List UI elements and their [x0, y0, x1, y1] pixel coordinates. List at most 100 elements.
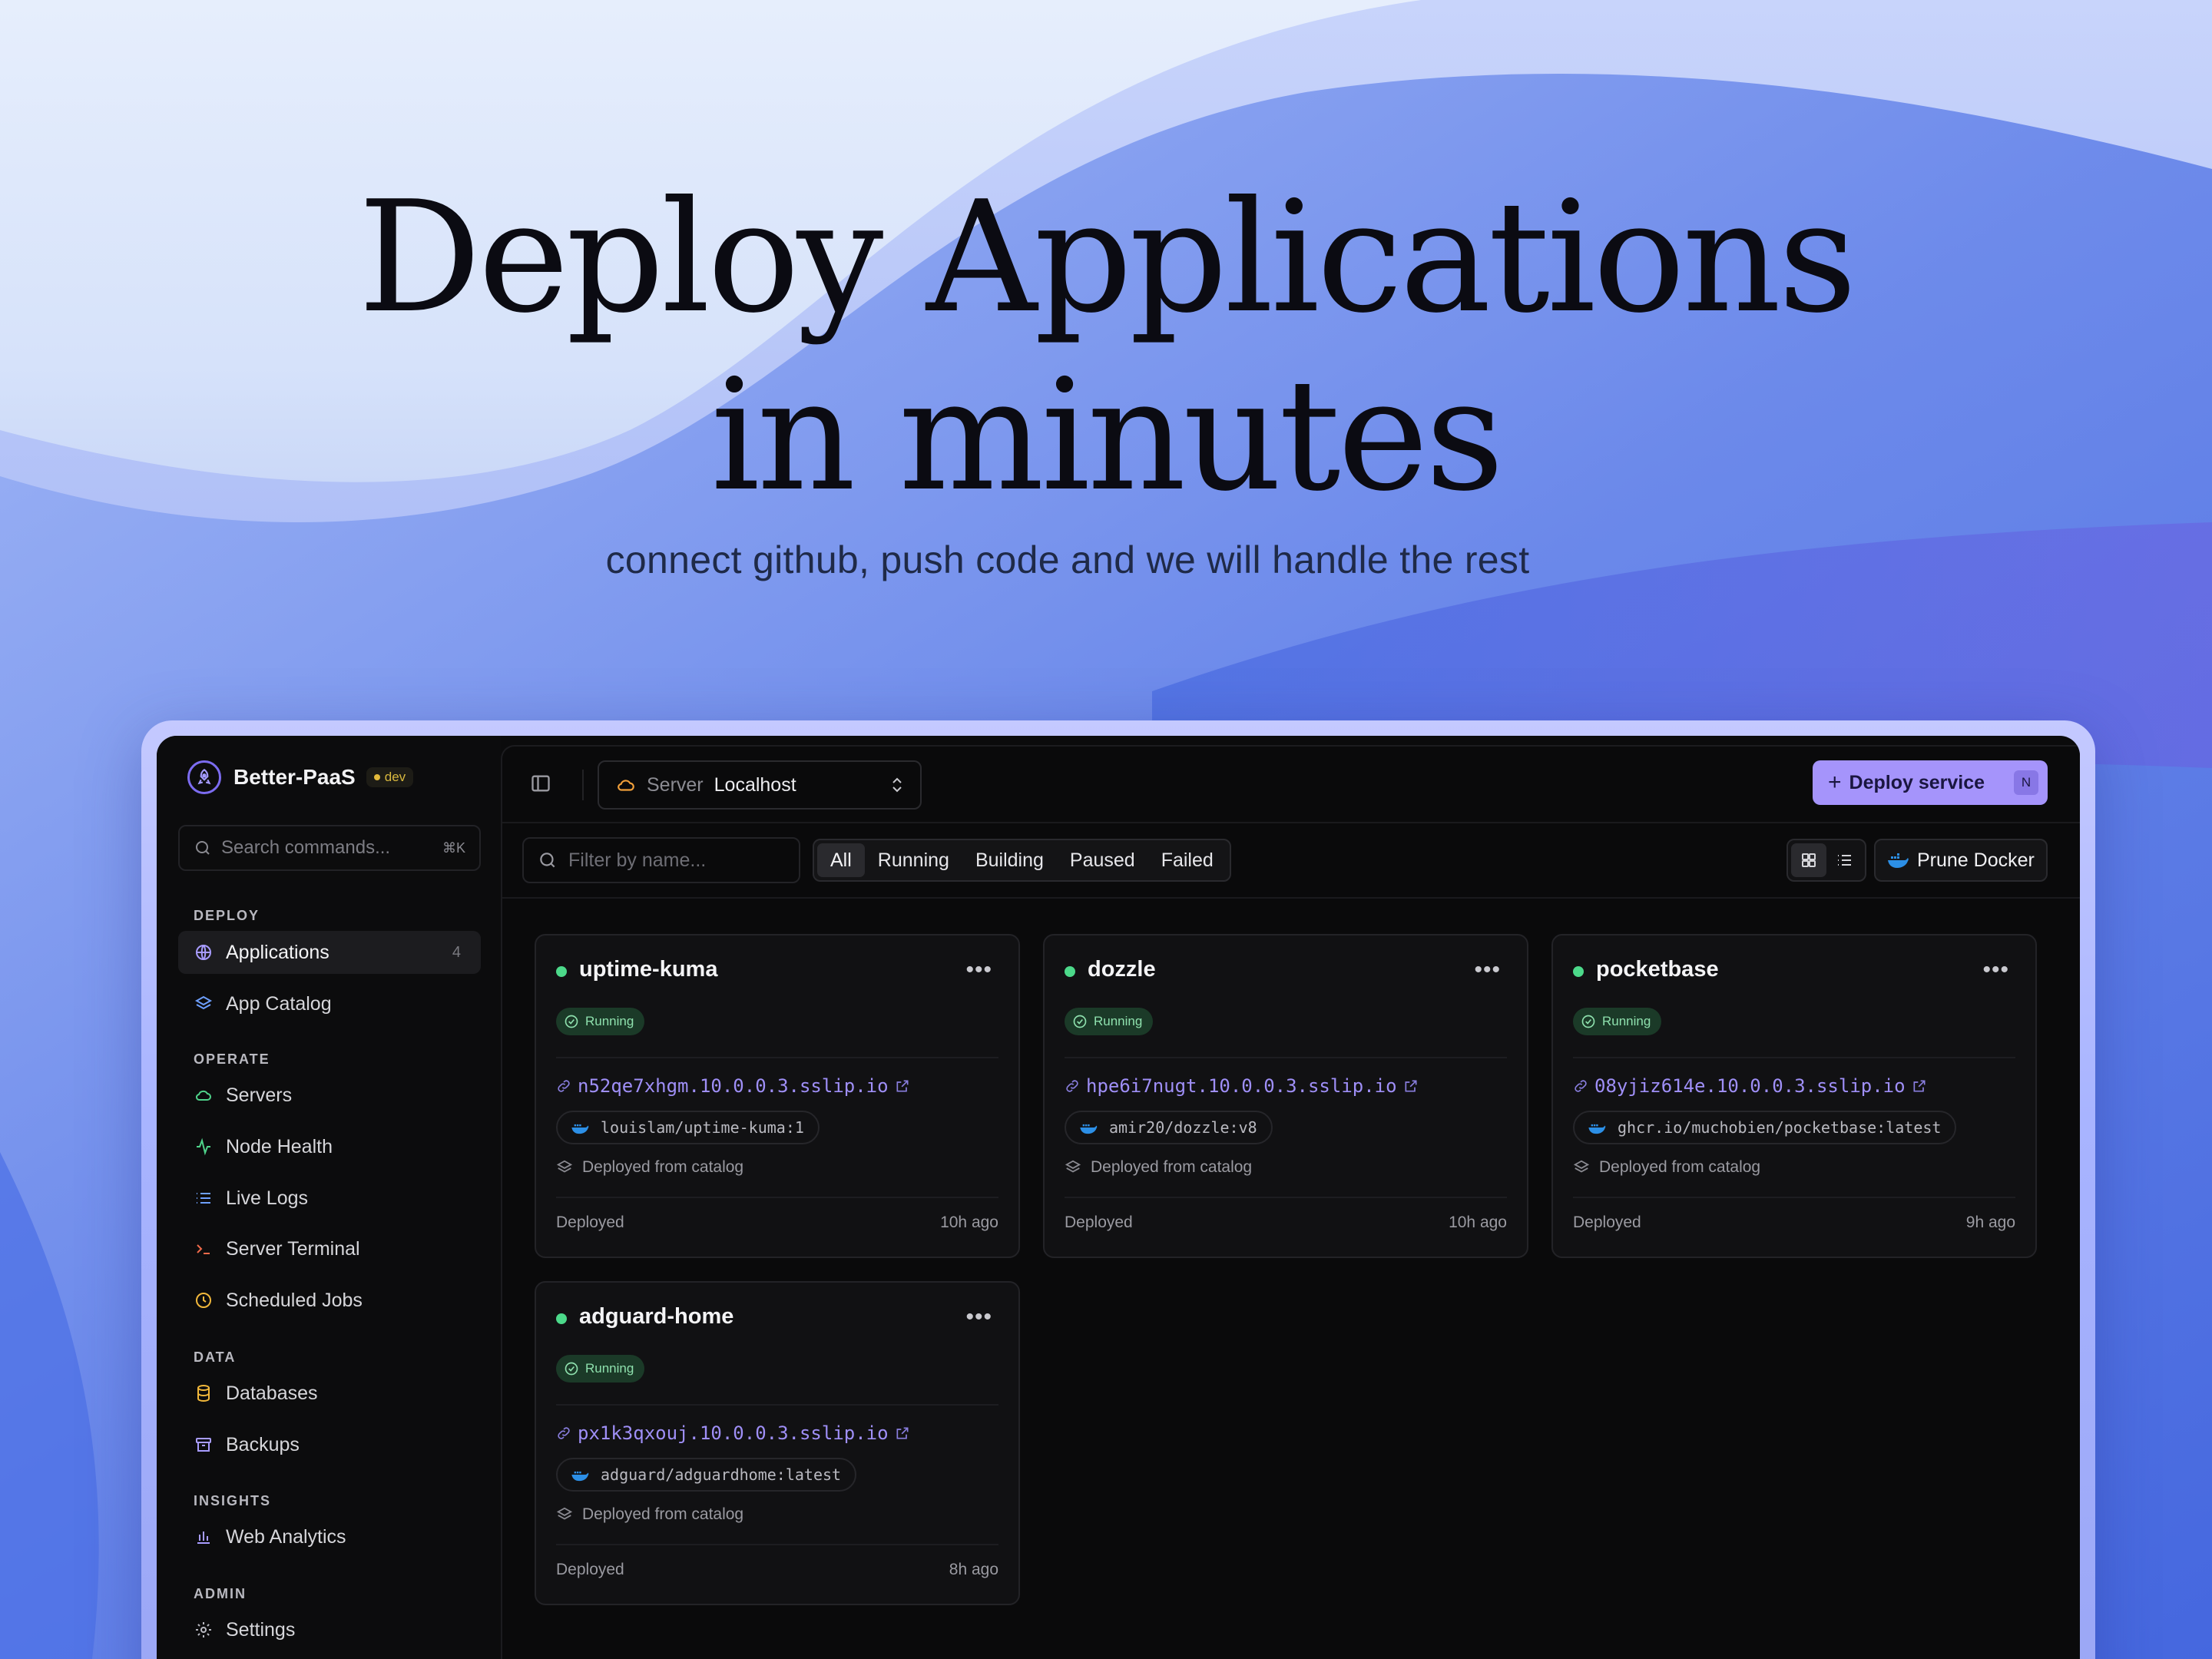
- sidebar-item-app-catalog[interactable]: App Catalog: [178, 982, 481, 1025]
- card-divider: [556, 1544, 998, 1545]
- rocket-logo-icon: [187, 760, 221, 794]
- applications-count: 4: [452, 943, 461, 961]
- card-divider: [1065, 1197, 1507, 1198]
- filter-by-name-input[interactable]: Filter by name...: [522, 837, 800, 883]
- hero-subheadline: connect github, push code and we will ha…: [605, 538, 1530, 581]
- server-select[interactable]: Server Localhost: [598, 760, 922, 810]
- status-badge: Running: [556, 1355, 645, 1382]
- sidebar-item-node-health[interactable]: Node Health: [178, 1125, 481, 1168]
- more-options-icon[interactable]: •••: [965, 957, 992, 983]
- app-name[interactable]: adguard-home: [579, 1304, 733, 1330]
- command-search-input[interactable]: Search commands... ⌘K: [178, 825, 481, 871]
- link-icon: [558, 1080, 570, 1092]
- deploy-source: Deployed from catalog: [556, 1505, 743, 1524]
- env-badge-label: dev: [384, 770, 406, 784]
- sidebar-item-server-terminal[interactable]: Server Terminal: [178, 1227, 481, 1270]
- sidebar-item-label: Live Logs: [226, 1187, 309, 1209]
- sidebar-item-label: Server Terminal: [226, 1237, 360, 1260]
- card-divider: [556, 1057, 998, 1058]
- sidebar-item-label: Applications: [226, 941, 329, 963]
- gear-icon: [194, 1620, 214, 1640]
- docker-image: ghcr.io/muchobien/pocketbase:latest: [1618, 1118, 1942, 1137]
- sidebar-item-databases[interactable]: Databases: [178, 1372, 481, 1415]
- status-dot-icon: [1065, 966, 1075, 977]
- card-divider: [556, 1197, 998, 1198]
- deploy-age: 10h ago: [940, 1214, 998, 1231]
- app-card-uptime-kuma[interactable]: uptime-kuma ••• Running n52qe7xhgm.10.0.…: [535, 934, 1020, 1258]
- more-options-icon[interactable]: •••: [965, 1304, 992, 1330]
- sidebar-item-settings[interactable]: Settings: [178, 1608, 481, 1651]
- app-url: n52qe7xhgm.10.0.0.3.sslip.io: [578, 1075, 889, 1097]
- nav-section-admin: ADMIN: [194, 1586, 247, 1601]
- layers-icon: [1573, 1160, 1590, 1173]
- more-options-icon[interactable]: •••: [1982, 957, 2009, 983]
- prune-docker-button[interactable]: Prune Docker: [1874, 839, 2048, 882]
- app-url-link[interactable]: hpe6i7nugt.10.0.0.3.sslip.io: [1065, 1075, 1419, 1097]
- tab-building[interactable]: Building: [962, 843, 1057, 877]
- sidebar-item-web-analytics[interactable]: Web Analytics: [178, 1515, 481, 1558]
- sidebar-item-label: App Catalog: [226, 992, 332, 1015]
- toolbar-divider: [582, 770, 584, 800]
- status-badge: Running: [1065, 1008, 1154, 1035]
- external-link-icon: [1405, 1080, 1417, 1092]
- app-card-pocketbase[interactable]: pocketbase ••• Running 08yjiz614e.10.0.0…: [1551, 934, 2037, 1258]
- docker-image-chip: amir20/dozzle:v8: [1065, 1111, 1273, 1144]
- status-dot-icon: [556, 1313, 567, 1324]
- tab-paused[interactable]: Paused: [1057, 843, 1148, 877]
- app-card-dozzle[interactable]: dozzle ••• Running hpe6i7nugt.10.0.0.3.s…: [1043, 934, 1528, 1258]
- docker-icon: [1888, 853, 1909, 868]
- docker-icon: [1588, 1124, 1606, 1134]
- app-name[interactable]: uptime-kuma: [579, 957, 717, 982]
- chevron-up-down-icon: [892, 777, 902, 793]
- tab-all[interactable]: All: [817, 843, 865, 877]
- more-options-icon[interactable]: •••: [1474, 957, 1501, 983]
- tab-failed[interactable]: Failed: [1148, 843, 1227, 877]
- server-select-label: Server: [647, 773, 704, 796]
- hero-headline: Deploy Applications in minutes: [0, 169, 2212, 525]
- deploy-shortcut: N: [2014, 770, 2038, 795]
- app-url-link[interactable]: n52qe7xhgm.10.0.0.3.sslip.io: [556, 1075, 910, 1097]
- deploy-state: Deployed: [1573, 1214, 1641, 1231]
- docker-image-chip: ghcr.io/muchobien/pocketbase:latest: [1573, 1111, 1957, 1144]
- nav-section-operate: OPERATE: [194, 1051, 270, 1067]
- plus-icon: +: [1828, 770, 1842, 795]
- cloud-icon: [618, 780, 634, 791]
- deploy-state: Deployed: [556, 1214, 624, 1231]
- bar-chart-icon: [194, 1527, 214, 1547]
- link-icon: [1575, 1080, 1587, 1092]
- archive-icon: [194, 1435, 214, 1455]
- app-url-link[interactable]: px1k3qxouj.10.0.0.3.sslip.io: [556, 1422, 910, 1444]
- external-link-icon: [896, 1427, 909, 1439]
- tab-running[interactable]: Running: [865, 843, 962, 877]
- deploy-service-button[interactable]: + Deploy service N: [1813, 760, 2048, 805]
- app-name[interactable]: dozzle: [1088, 957, 1156, 982]
- sidebar-toggle-icon[interactable]: [530, 773, 555, 797]
- app-card-adguard-home[interactable]: adguard-home ••• Running px1k3qxouj.10.0…: [535, 1281, 1020, 1605]
- status-badge-label: Running: [1094, 1014, 1143, 1028]
- deploy-state: Deployed: [1065, 1214, 1133, 1231]
- deploy-source: Deployed from catalog: [556, 1158, 743, 1177]
- terminal-icon: [194, 1239, 214, 1259]
- grid-view-icon[interactable]: [1791, 843, 1826, 877]
- env-dot-icon: [373, 774, 380, 780]
- app-name[interactable]: pocketbase: [1596, 957, 1719, 982]
- list-view-icon[interactable]: [1826, 843, 1862, 877]
- deploy-source-label: Deployed from catalog: [582, 1505, 744, 1523]
- sidebar-item-backups[interactable]: Backups: [178, 1423, 481, 1466]
- sidebar-item-label: Settings: [226, 1618, 296, 1641]
- layers-icon: [1065, 1160, 1081, 1173]
- sidebar-item-live-logs[interactable]: Live Logs: [178, 1177, 481, 1220]
- status-badge-label: Running: [585, 1014, 634, 1028]
- layers-icon: [556, 1507, 573, 1520]
- deploy-source-label: Deployed from catalog: [1091, 1158, 1253, 1176]
- sidebar-item-scheduled-jobs[interactable]: Scheduled Jobs: [178, 1279, 481, 1322]
- deploy-source: Deployed from catalog: [1573, 1158, 1760, 1177]
- nav-section-deploy: DEPLOY: [194, 908, 260, 923]
- prune-docker-label: Prune Docker: [1917, 849, 2035, 871]
- sidebar-item-applications[interactable]: Applications 4: [178, 931, 481, 974]
- server-select-value: Localhost: [714, 773, 796, 796]
- brand[interactable]: Better-PaaS dev: [187, 756, 414, 799]
- app-url-link[interactable]: 08yjiz614e.10.0.0.3.sslip.io: [1573, 1075, 1927, 1097]
- docker-image-chip: adguard/adguardhome:latest: [556, 1458, 857, 1492]
- sidebar-item-servers[interactable]: Servers: [178, 1074, 481, 1117]
